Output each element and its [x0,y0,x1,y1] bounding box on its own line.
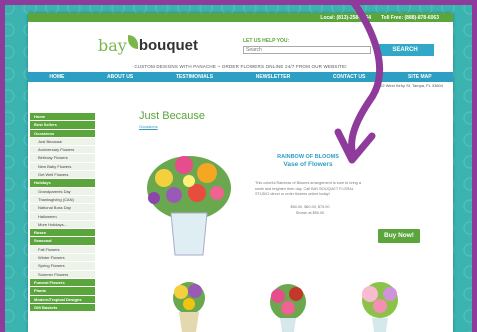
arrow-annotation [334,0,383,164]
arrow-shaft [348,0,383,154]
